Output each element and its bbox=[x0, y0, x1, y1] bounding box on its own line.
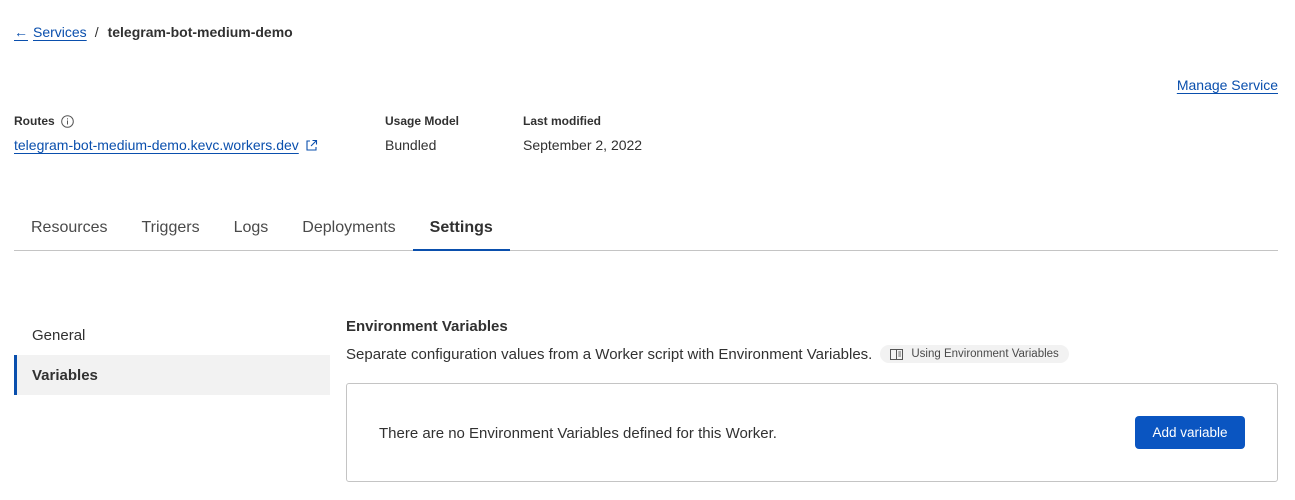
arrow-left-icon: ← bbox=[14, 24, 28, 40]
sidenav-item-general[interactable]: General bbox=[14, 315, 330, 355]
tab-bar: Resources Triggers Logs Deployments Sett… bbox=[14, 206, 1278, 251]
usage-model-label: Usage Model bbox=[385, 114, 460, 128]
breadcrumb-current: telegram-bot-medium-demo bbox=[107, 24, 293, 40]
tab-deployments[interactable]: Deployments bbox=[285, 206, 412, 250]
empty-state-message: There are no Environment Variables defin… bbox=[379, 425, 777, 442]
manage-service-link[interactable]: Manage Service bbox=[1177, 77, 1278, 93]
route-link-label: telegram-bot-medium-demo.kevc.workers.de… bbox=[14, 137, 299, 153]
env-vars-title: Environment Variables bbox=[346, 318, 508, 335]
book-icon bbox=[890, 348, 904, 360]
env-vars-description: Separate configuration values from a Wor… bbox=[346, 345, 873, 363]
usage-model-block: Usage Model Bundled bbox=[385, 113, 459, 153]
info-icon[interactable] bbox=[60, 114, 74, 128]
breadcrumb-back-label: Services bbox=[33, 24, 87, 40]
breadcrumb-separator: / bbox=[94, 24, 99, 40]
last-modified-value: September 2, 2022 bbox=[523, 137, 643, 153]
tab-triggers[interactable]: Triggers bbox=[124, 206, 216, 250]
settings-sidenav: General Variables bbox=[14, 315, 330, 395]
last-modified-block: Last modified September 2, 2022 bbox=[523, 113, 642, 153]
tab-logs[interactable]: Logs bbox=[217, 206, 286, 250]
sidenav-item-variables[interactable]: Variables bbox=[14, 355, 330, 395]
external-link-icon bbox=[305, 139, 318, 152]
breadcrumb: ← Services / telegram-bot-medium-demo bbox=[14, 24, 293, 40]
page: ← Services / telegram-bot-medium-demo Ma… bbox=[0, 0, 1295, 500]
usage-model-value: Bundled bbox=[385, 137, 437, 153]
tab-settings[interactable]: Settings bbox=[412, 206, 510, 251]
last-modified-label: Last modified bbox=[523, 114, 602, 128]
env-vars-description-row: Separate configuration values from a Wor… bbox=[346, 345, 1069, 363]
docs-link-chip[interactable]: Using Environment Variables bbox=[880, 345, 1069, 363]
tab-resources[interactable]: Resources bbox=[14, 206, 124, 250]
env-vars-empty-state: There are no Environment Variables defin… bbox=[346, 383, 1278, 482]
docs-link-label: Using Environment Variables bbox=[911, 348, 1059, 360]
add-variable-button[interactable]: Add variable bbox=[1135, 416, 1245, 449]
routes-label: Routes bbox=[14, 114, 55, 128]
routes-block: Routes telegram-bot-medium-demo.kevc.wor… bbox=[14, 113, 318, 153]
route-link[interactable]: telegram-bot-medium-demo.kevc.workers.de… bbox=[14, 137, 318, 153]
breadcrumb-back-link[interactable]: ← Services bbox=[14, 24, 87, 40]
routes-label-row: Routes bbox=[14, 113, 318, 129]
